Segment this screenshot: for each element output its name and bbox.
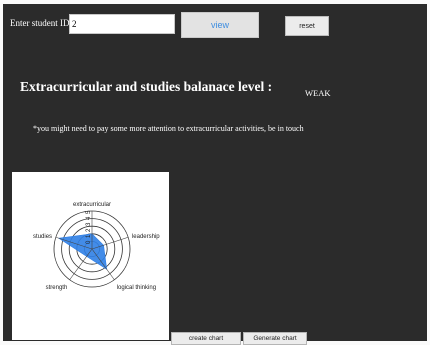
generate-chart-button[interactable]: Generate chart — [243, 332, 307, 345]
reset-button[interactable]: reset — [285, 16, 329, 36]
radar-axis-label: leadership — [132, 234, 160, 240]
balance-level-value: WEAK — [305, 88, 331, 98]
student-id-input[interactable] — [69, 14, 175, 34]
radar-scale-label: 3 — [86, 222, 92, 226]
student-id-label: Enter student ID — [10, 18, 70, 28]
radar-spoke — [69, 248, 93, 280]
radar-axis-label: logical thinking — [117, 285, 156, 291]
radar-axis-label: studies — [33, 234, 52, 240]
radar-axis-label: extracurricular — [73, 202, 111, 208]
balance-heading: Extracurricular and studies balanace lev… — [20, 79, 273, 94]
radar-scale-label: 4 — [86, 216, 92, 220]
radar-chart-panel: 5 4 3 2 1 0 extracurricular leadership logical t… — [12, 172, 169, 340]
radar-axis-label: strength — [46, 285, 68, 291]
app-window: Enter student ID view reset Extracurricu… — [3, 4, 427, 345]
radar-scale-label: 2 — [86, 228, 92, 232]
advice-message: *you might need to pay some more attenti… — [33, 124, 304, 133]
radar-chart: 543210extracurricularleadershiplogical t… — [33, 202, 160, 291]
radar-scale-label: 5 — [86, 210, 92, 214]
view-button[interactable]: view — [181, 12, 259, 38]
create-chart-button[interactable]: create chart — [171, 332, 241, 345]
